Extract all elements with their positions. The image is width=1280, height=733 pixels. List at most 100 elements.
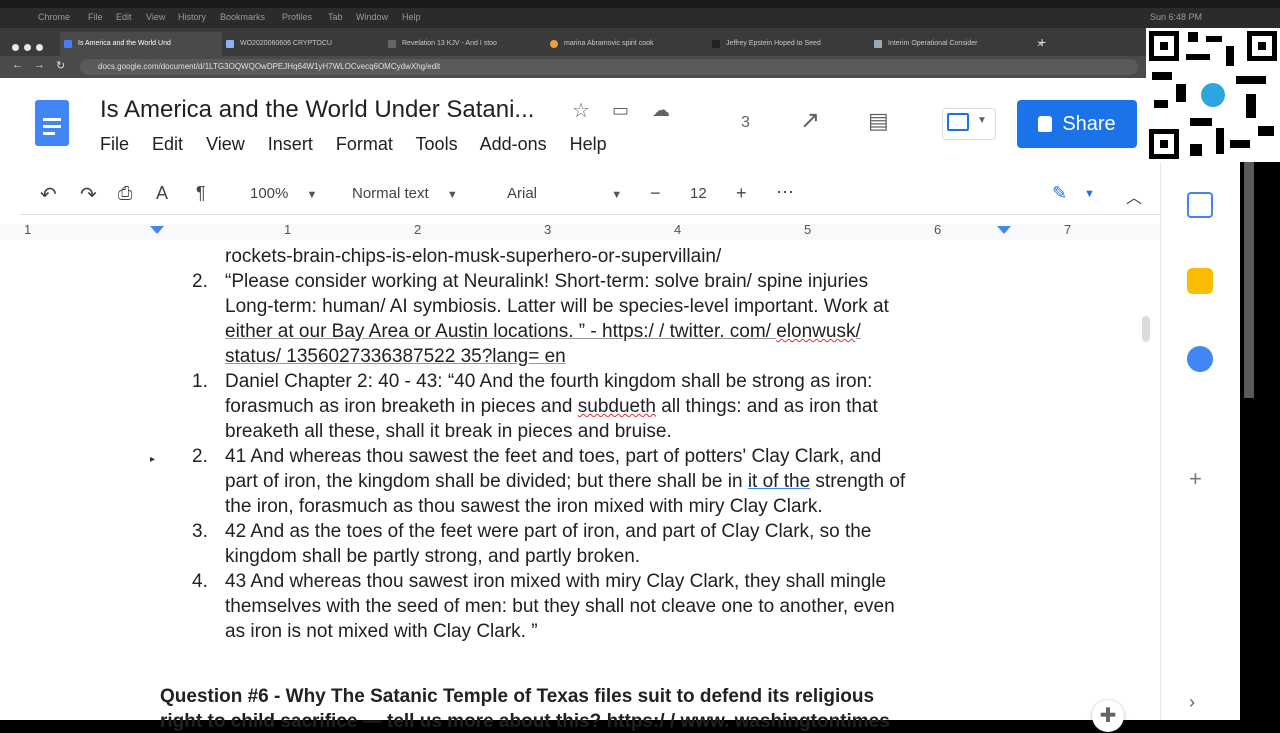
menubar-item[interactable]: Profiles <box>282 12 312 22</box>
star-icon[interactable]: ☆ <box>572 98 590 123</box>
present-button[interactable]: ▼ <box>942 108 996 140</box>
chevron-right-icon[interactable]: › <box>1189 692 1195 713</box>
forward-icon[interactable]: → <box>34 59 45 71</box>
menubar-item[interactable]: View <box>146 12 165 22</box>
link-text[interactable]: either at our Bay Area or Austin locatio… <box>225 321 776 342</box>
menubar-item[interactable]: Help <box>402 12 421 22</box>
menubar-item[interactable]: Window <box>356 12 388 22</box>
docs-logo-icon[interactable] <box>35 100 69 146</box>
share-button[interactable]: Share <box>1017 100 1137 148</box>
telegram-icon <box>1201 83 1225 107</box>
print-icon[interactable]: ⎙ <box>118 183 132 204</box>
browser-tab[interactable]: marina Abramovic spirit cook ✕ <box>546 32 719 56</box>
menubar-item[interactable]: Bookmarks <box>220 12 265 22</box>
menubar-item[interactable]: File <box>88 12 103 22</box>
menubar-item[interactable]: Edit <box>116 12 132 22</box>
move-folder-icon[interactable]: ▭ <box>612 100 629 121</box>
page-scrollbar[interactable] <box>1142 316 1150 342</box>
paint-format-icon[interactable]: ¶ <box>196 183 206 204</box>
qr-code <box>1146 28 1280 162</box>
chevron-down-icon[interactable]: ▼ <box>1084 188 1095 200</box>
more-tools-button[interactable]: ⋯ <box>776 182 794 203</box>
calendar-icon[interactable] <box>1187 192 1213 218</box>
doc-line: “Please consider working at Neuralink! S… <box>225 271 869 292</box>
mac-menubar: Chrome File Edit View History Bookmarks … <box>0 8 1280 28</box>
browser-tab[interactable]: Interim Operational Consider ✕ <box>870 32 1048 56</box>
font-select[interactable]: Arial ▼ <box>507 185 622 202</box>
browser-tab[interactable]: WO2020060606 CRYPTOCU ✕ <box>222 32 395 56</box>
ruler-tick: 5 <box>804 222 812 237</box>
collaborators-count[interactable]: 3 <box>741 114 750 132</box>
news-favicon-icon <box>712 40 720 48</box>
list-number: 2. <box>192 271 208 292</box>
zoom-value: 100% <box>250 185 289 202</box>
menubar-item[interactable]: Chrome <box>38 12 70 22</box>
decrease-size-button[interactable]: − <box>650 183 661 204</box>
new-tab-icon[interactable]: + <box>1038 34 1046 50</box>
menu-format[interactable]: Format <box>336 134 393 154</box>
undo-icon[interactable]: ↶ <box>40 182 57 207</box>
indent-marker-icon[interactable] <box>150 226 164 234</box>
style-select[interactable]: Normal text ▼ <box>352 185 458 202</box>
menu-tools[interactable]: Tools <box>416 134 458 154</box>
zoom-window-icon[interactable] <box>36 44 43 51</box>
close-window-icon[interactable] <box>12 44 19 51</box>
browser-tab-strip: Is America and the World Und ✕ WO2020060… <box>0 28 1150 56</box>
tab-label: WO2020060606 CRYPTOCU <box>240 40 332 47</box>
misspelled-word[interactable]: subdueth <box>578 396 656 417</box>
explore-button[interactable]: ✚ <box>1092 700 1124 732</box>
activity-trend-icon[interactable]: ↗ <box>800 106 820 135</box>
menu-view[interactable]: View <box>206 134 245 154</box>
browser-tab[interactable]: Revelation 13 KJV - And I stoo ✕ <box>384 32 557 56</box>
reload-icon[interactable]: ↻ <box>56 59 65 72</box>
menu-edit[interactable]: Edit <box>152 134 183 154</box>
font-value: Arial <box>507 185 538 202</box>
comments-icon[interactable]: ▤ <box>868 108 889 134</box>
font-size-input[interactable]: 12 <box>690 185 707 202</box>
menu-addons[interactable]: Add-ons <box>480 134 547 154</box>
right-indent-marker-icon[interactable] <box>997 226 1011 234</box>
tab-label: marina Abramovic spirit cook <box>564 40 654 47</box>
browser-tab[interactable]: Jeffrey Epstein Hoped to Seed ✕ <box>708 32 881 56</box>
tab-label: Interim Operational Consider <box>888 40 978 47</box>
patent-favicon-icon <box>226 40 234 48</box>
menubar-item[interactable]: Tab <box>328 12 343 22</box>
doc-line[interactable]: status/ 1356027336387522 35?lang= en <box>225 346 566 368</box>
cloud-status-icon[interactable]: ☁ <box>652 100 670 121</box>
menubar-item[interactable]: History <box>178 12 206 22</box>
url-input[interactable]: docs.google.com/document/d/1LTG3OQWQOwDP… <box>80 59 1138 75</box>
style-value: Normal text <box>352 185 429 202</box>
increase-size-button[interactable]: + <box>736 183 747 204</box>
window-controls <box>12 38 48 56</box>
share-label: Share <box>1062 113 1116 135</box>
tab-label: Is America and the World Und <box>78 40 171 47</box>
grammar-suggestion[interactable]: it of the <box>748 471 810 492</box>
doc-line: 42 And as the toes of the feet were part… <box>225 521 872 542</box>
ruler-tick: 6 <box>934 222 942 237</box>
editing-mode-icon[interactable]: ✎ <box>1052 183 1067 204</box>
menu-insert[interactable]: Insert <box>268 134 313 154</box>
zoom-select[interactable]: 100% ▼ <box>250 185 317 202</box>
ruler-tick: 7 <box>1064 222 1072 237</box>
text-run: strength of <box>810 471 906 492</box>
text-run: part of iron, the kingdom shall be divid… <box>225 471 748 492</box>
add-addon-icon[interactable]: + <box>1189 466 1202 492</box>
tab-label: Revelation 13 KJV - And I stoo <box>402 40 497 47</box>
menu-help[interactable]: Help <box>570 134 607 154</box>
tasks-icon[interactable] <box>1187 346 1213 372</box>
document-page[interactable]: rockets-brain-chips-is-elon-musk-superhe… <box>0 240 1160 732</box>
menu-file[interactable]: File <box>100 134 129 154</box>
misspelled-word[interactable]: elonwusk <box>776 321 855 342</box>
redo-icon[interactable]: ↷ <box>80 182 97 207</box>
minimize-window-icon[interactable] <box>24 44 31 51</box>
link-text[interactable]: / <box>855 321 860 342</box>
mouse-cursor-icon: ▸ <box>150 454 156 465</box>
text-run: all things: and as iron that <box>655 396 878 417</box>
chevron-down-icon: ▼ <box>977 115 987 126</box>
keep-icon[interactable] <box>1187 268 1213 294</box>
spellcheck-icon[interactable]: A <box>156 183 168 204</box>
collapse-toolbar-icon[interactable]: ︿ <box>1126 184 1142 208</box>
browser-tab[interactable]: Is America and the World Und ✕ <box>60 32 233 56</box>
document-title[interactable]: Is America and the World Under Satani... <box>100 96 534 124</box>
back-icon[interactable]: ← <box>12 59 23 71</box>
